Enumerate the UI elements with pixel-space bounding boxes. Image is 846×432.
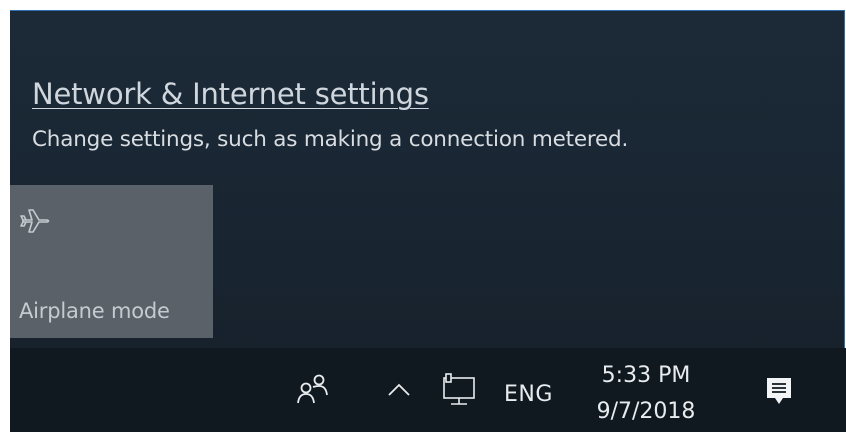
airplane-mode-tile[interactable]: Airplane mode bbox=[10, 185, 213, 338]
clock[interactable]: 5:33 PM 9/7/2018 bbox=[588, 358, 704, 430]
clock-time: 5:33 PM bbox=[601, 363, 691, 388]
action-center-icon[interactable] bbox=[762, 374, 796, 408]
screenshot-frame: Network & Internet settings Change setti… bbox=[0, 0, 846, 432]
airplane-mode-label: Airplane mode bbox=[19, 299, 170, 323]
airplane-icon bbox=[20, 205, 52, 237]
ethernet-monitor-icon[interactable] bbox=[440, 372, 478, 410]
clock-date: 9/7/2018 bbox=[596, 399, 696, 424]
network-internet-settings-link[interactable]: Network & Internet settings bbox=[32, 77, 429, 111]
settings-description: Change settings, such as making a connec… bbox=[32, 127, 629, 152]
network-flyout: Network & Internet settings Change setti… bbox=[10, 10, 845, 349]
taskbar: ENG 5:33 PM 9/7/2018 bbox=[10, 348, 846, 432]
people-icon[interactable] bbox=[294, 370, 334, 410]
chevron-up-icon[interactable] bbox=[384, 374, 414, 404]
language-indicator[interactable]: ENG bbox=[504, 382, 553, 407]
